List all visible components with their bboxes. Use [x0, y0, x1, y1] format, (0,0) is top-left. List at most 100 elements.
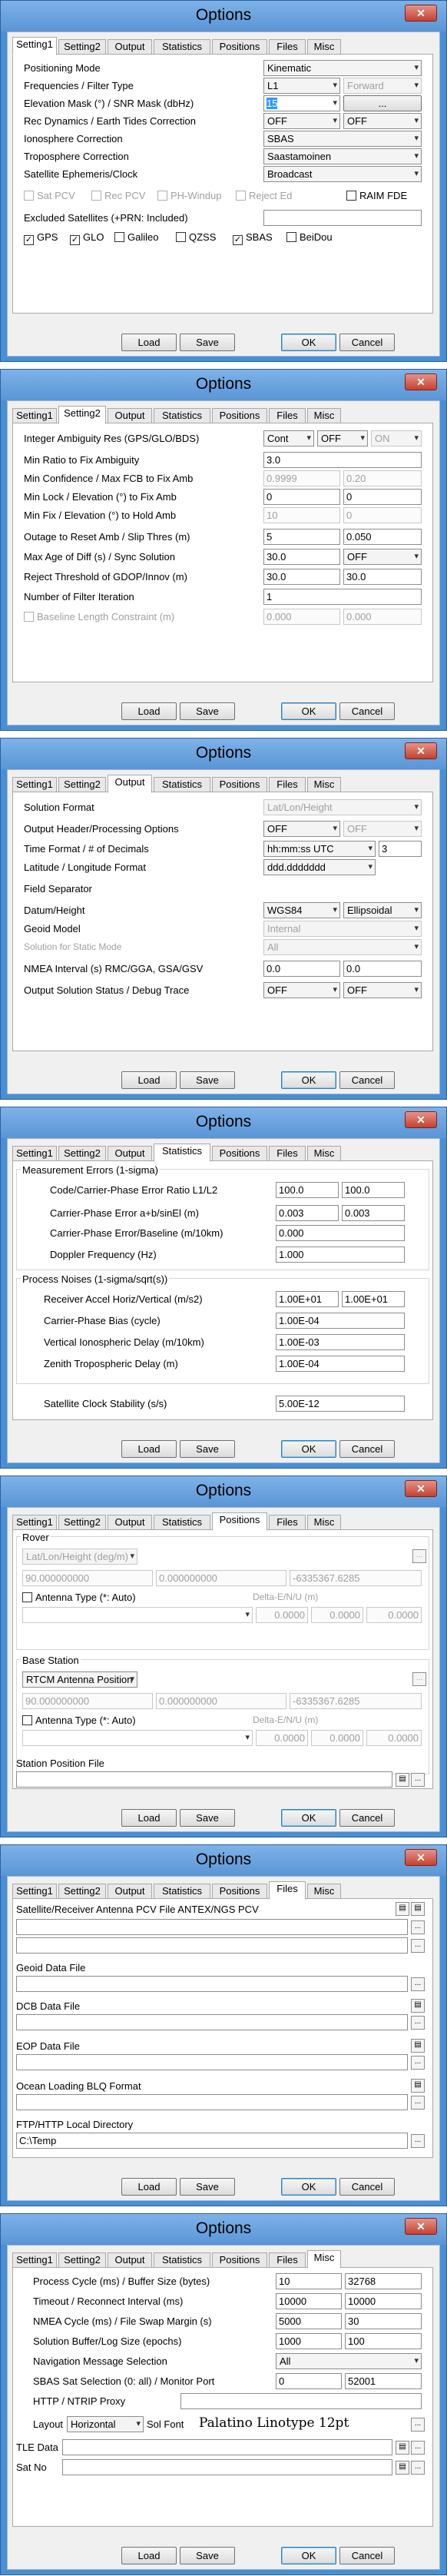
- tle-data-input[interactable]: [62, 2439, 392, 2455]
- receiver-accel-h-input[interactable]: 1.00E+01: [276, 1291, 339, 1307]
- min-fix-input[interactable]: 10: [263, 507, 340, 523]
- tab-setting2[interactable]: Setting2: [58, 777, 106, 792]
- ok-button[interactable]: OK: [281, 702, 336, 720]
- blq-file-input[interactable]: [16, 2094, 408, 2110]
- base-antenna-checkbox[interactable]: Antenna Type (*: Auto): [22, 1715, 136, 1726]
- base-delta-n-input[interactable]: 0.0000: [311, 1730, 363, 1746]
- output-header-select[interactable]: OFF: [263, 821, 340, 837]
- geoid-model-select[interactable]: Internal: [263, 921, 422, 937]
- geoid-file-input[interactable]: [16, 1976, 408, 1992]
- iono-delay-input[interactable]: 1.00E-03: [276, 1334, 405, 1350]
- sat-antex-file-input[interactable]: [16, 1919, 408, 1935]
- save-button[interactable]: Save: [180, 2547, 235, 2564]
- carrier-phase-error-a-input[interactable]: 0.003: [276, 1205, 339, 1221]
- decimals-input[interactable]: 3: [379, 841, 422, 857]
- buffer-size-input[interactable]: 32768: [345, 2273, 422, 2289]
- close-button[interactable]: ✕: [405, 2218, 437, 2235]
- rover-antenna-checkbox[interactable]: Antenna Type (*: Auto): [22, 1592, 136, 1603]
- min-lock-input[interactable]: 0: [263, 489, 340, 505]
- ok-button[interactable]: OK: [281, 1071, 336, 1089]
- tab-output[interactable]: Output: [108, 1884, 152, 1899]
- base-delta-u-input[interactable]: 0.0000: [366, 1730, 422, 1746]
- latlon-format-select[interactable]: ddd.ddddddd: [263, 859, 376, 875]
- tab-output[interactable]: Output: [108, 39, 152, 55]
- load-button[interactable]: Load: [121, 334, 177, 351]
- sat-antex-browse-button[interactable]: ...: [411, 1920, 425, 1934]
- process-cycle-input[interactable]: 10: [276, 2273, 342, 2289]
- tab-positions[interactable]: Positions: [212, 1512, 267, 1531]
- save-button[interactable]: Save: [180, 1809, 235, 1827]
- cancel-button[interactable]: Cancel: [339, 2178, 395, 2196]
- tab-setting1[interactable]: Setting1: [12, 1884, 57, 1899]
- rec-dynamics-select[interactable]: OFF: [263, 113, 340, 129]
- nmea-cycle-input[interactable]: 5000: [276, 2313, 342, 2329]
- eop-open-icon[interactable]: ▤: [411, 2039, 425, 2053]
- sat-no-open-icon[interactable]: ▤: [396, 2461, 409, 2475]
- sat-no-browse-button[interactable]: ...: [411, 2461, 425, 2475]
- tab-files[interactable]: Files: [269, 2252, 306, 2268]
- blq-open-icon[interactable]: ▤: [411, 2079, 425, 2093]
- tab-statistics[interactable]: Statistics: [154, 1884, 210, 1899]
- cancel-button[interactable]: Cancel: [339, 702, 395, 720]
- close-button[interactable]: ✕: [405, 1111, 437, 1128]
- amb-res-gps-select[interactable]: Cont: [263, 430, 314, 446]
- rover-delta-u-input[interactable]: 0.0000: [366, 1607, 422, 1623]
- close-button[interactable]: ✕: [405, 5, 437, 22]
- tab-misc[interactable]: Misc: [307, 1515, 341, 1530]
- fix-elev-input[interactable]: 0: [343, 489, 422, 505]
- rover-pos-ellipsis-button[interactable]: ...: [412, 1549, 426, 1563]
- glo-checkbox[interactable]: ✓ GLO: [70, 231, 104, 245]
- cancel-button[interactable]: Cancel: [339, 2547, 395, 2564]
- tab-positions[interactable]: Positions: [212, 2252, 267, 2268]
- tab-setting2[interactable]: Setting2: [58, 2252, 106, 2268]
- monitor-port-input[interactable]: 52001: [345, 2373, 422, 2389]
- load-button[interactable]: Load: [121, 1809, 177, 1827]
- base-pos-ellipsis-button[interactable]: ...: [412, 1672, 426, 1686]
- sat-no-input[interactable]: [62, 2459, 392, 2475]
- tab-positions[interactable]: Positions: [212, 1884, 267, 1899]
- filter-iter-input[interactable]: 1: [263, 589, 422, 605]
- hold-elev-input[interactable]: 0: [343, 507, 422, 523]
- tab-setting2[interactable]: Setting2: [58, 1884, 106, 1899]
- eop-browse-button[interactable]: ...: [411, 2056, 425, 2070]
- ftp-dir-browse-button[interactable]: ...: [411, 2134, 425, 2148]
- tab-files[interactable]: Files: [269, 1881, 306, 1900]
- baseline-sigma-input[interactable]: 0.000: [343, 609, 422, 625]
- sol-font-button[interactable]: ...: [411, 2418, 425, 2432]
- raim-fde-checkbox[interactable]: RAIM FDE: [346, 190, 407, 201]
- cancel-button[interactable]: Cancel: [339, 1071, 395, 1089]
- tab-setting1[interactable]: Setting1: [12, 1146, 57, 1161]
- tab-files[interactable]: Files: [269, 1146, 306, 1161]
- tropo-select[interactable]: Saastamoinen: [263, 148, 422, 164]
- earth-tides-select[interactable]: OFF: [343, 113, 422, 129]
- tab-misc[interactable]: Misc: [307, 777, 341, 792]
- load-button[interactable]: Load: [121, 2547, 177, 2564]
- tab-setting2[interactable]: Setting2: [58, 1515, 106, 1530]
- timeout-input[interactable]: 10000: [276, 2293, 342, 2309]
- amb-res-bds-select[interactable]: ON: [371, 430, 422, 446]
- load-button[interactable]: Load: [121, 702, 177, 720]
- solution-format-select[interactable]: Lat/Lon/Height: [263, 799, 422, 815]
- min-confidence-input[interactable]: 0.9999: [263, 470, 340, 486]
- field-separator-input[interactable]: [263, 881, 376, 897]
- ephem-select[interactable]: Broadcast: [263, 166, 422, 182]
- ok-button[interactable]: OK: [281, 1440, 336, 1458]
- rover-position-type-select[interactable]: Lat/Lon/Height (deg/m): [22, 1549, 137, 1565]
- excluded-sats-input[interactable]: [263, 210, 422, 226]
- solution-status-select[interactable]: OFF: [263, 982, 340, 998]
- tle-browse-button[interactable]: ...: [411, 2441, 425, 2455]
- baseline-constraint-checkbox[interactable]: Baseline Length Constraint (m): [24, 611, 174, 622]
- carrier-phase-error-b-input[interactable]: 0.003: [342, 1205, 405, 1221]
- dcb-open-icon[interactable]: ▤: [411, 1999, 425, 2013]
- tab-files[interactable]: Files: [269, 408, 306, 423]
- ok-button[interactable]: OK: [281, 2547, 336, 2564]
- cancel-button[interactable]: Cancel: [339, 334, 395, 351]
- rover-height-input[interactable]: -6335367.6285: [290, 1570, 422, 1586]
- min-ratio-input[interactable]: 3.0: [263, 452, 422, 468]
- ok-button[interactable]: OK: [281, 2178, 336, 2196]
- tab-statistics[interactable]: Statistics: [154, 1144, 210, 1162]
- height-select[interactable]: Ellipsoidal: [343, 902, 422, 918]
- tab-misc[interactable]: Misc: [307, 1146, 341, 1161]
- save-button[interactable]: Save: [180, 1071, 235, 1089]
- tab-files[interactable]: Files: [269, 777, 306, 792]
